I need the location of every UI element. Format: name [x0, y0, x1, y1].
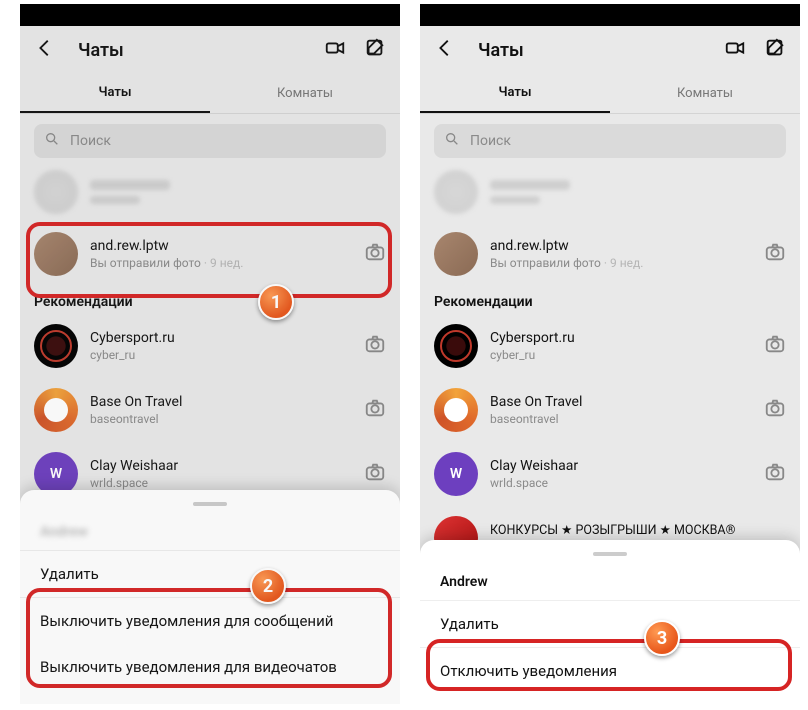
rec-row-clay[interactable]: W Clay Weishaar wrld.space: [420, 442, 800, 506]
sheet-user-name: Andrew: [420, 566, 800, 600]
page-title: Чаты: [78, 40, 124, 61]
search-placeholder: Поиск: [470, 133, 511, 149]
camera-icon[interactable]: [364, 397, 386, 423]
sheet-mute-video[interactable]: Выключить уведомления для видеочатов: [20, 644, 400, 690]
chat-name: and.rew.lptw: [490, 238, 764, 254]
sheet-handle[interactable]: [193, 502, 227, 506]
sheet-handle[interactable]: [593, 552, 627, 556]
video-icon[interactable]: [324, 37, 346, 63]
chat-row-andrew[interactable]: and.rew.lptw Вы отправили фото · 9 нед.: [20, 222, 400, 286]
search-input[interactable]: Поиск: [34, 124, 386, 158]
back-arrow-icon[interactable]: [434, 37, 456, 63]
page-title: Чаты: [478, 40, 524, 61]
sheet-delete[interactable]: Удалить: [420, 601, 800, 647]
avatar: [34, 324, 78, 368]
action-sheet: Andrew Удалить Отключить уведомления: [420, 540, 800, 704]
tab-chats[interactable]: Чаты: [420, 74, 610, 113]
avatar: [34, 232, 78, 276]
chat-name: and.rew.lptw: [90, 238, 364, 254]
header: Чаты: [420, 26, 800, 74]
camera-icon[interactable]: [764, 461, 786, 487]
recommendations-title: Рекомендации: [20, 286, 400, 314]
search-placeholder: Поиск: [70, 133, 111, 149]
avatar: [434, 232, 478, 276]
camera-icon[interactable]: [764, 333, 786, 359]
sheet-mute[interactable]: Отключить уведомления: [420, 648, 800, 694]
tabs: Чаты Комнаты: [420, 74, 800, 114]
action-sheet: Andrew Удалить Выключить уведомления для…: [20, 490, 400, 704]
phone-right: Чаты Чаты Комнаты Поиск and.rew.lptw Вы …: [420, 4, 800, 704]
chat-subtitle: Вы отправили фото · 9 нед.: [90, 256, 364, 270]
rec-row-cybersport[interactable]: Cybersport.ru cyber_ru: [20, 314, 400, 378]
sheet-user-name: Andrew: [20, 516, 400, 550]
video-icon[interactable]: [724, 37, 746, 63]
chat-subtitle: Вы отправили фото · 9 нед.: [490, 256, 764, 270]
camera-icon[interactable]: [364, 461, 386, 487]
phone-left: Чаты Чаты Комнаты Поиск and.rew.lptw Вы …: [20, 4, 400, 704]
sheet-mute-messages[interactable]: Выключить уведомления для сообщений: [20, 598, 400, 644]
tab-chats[interactable]: Чаты: [20, 74, 210, 113]
tabs: Чаты Комнаты: [20, 74, 400, 114]
tab-rooms[interactable]: Комнаты: [210, 74, 400, 113]
camera-icon[interactable]: [764, 397, 786, 423]
camera-icon[interactable]: [364, 241, 386, 267]
back-arrow-icon[interactable]: [34, 37, 56, 63]
camera-icon[interactable]: [764, 241, 786, 267]
rec-row-cybersport[interactable]: Cybersport.ru cyber_ru: [420, 314, 800, 378]
blurred-chat-row: [434, 164, 786, 220]
header: Чаты: [20, 26, 400, 74]
search-icon: [44, 131, 70, 151]
tab-rooms[interactable]: Комнаты: [610, 74, 800, 113]
blurred-chat-row: [34, 164, 386, 220]
compose-icon[interactable]: [364, 37, 386, 63]
camera-icon[interactable]: [364, 333, 386, 359]
search-input[interactable]: Поиск: [434, 124, 786, 158]
avatar: [434, 324, 478, 368]
compose-icon[interactable]: [764, 37, 786, 63]
recommendations-title: Рекомендации: [420, 286, 800, 314]
rec-row-baseontravel[interactable]: Base On Travel baseontravel: [420, 378, 800, 442]
avatar: [434, 388, 478, 432]
avatar: W: [434, 452, 478, 496]
chat-row-andrew[interactable]: and.rew.lptw Вы отправили фото · 9 нед.: [420, 222, 800, 286]
avatar: [34, 388, 78, 432]
rec-row-baseontravel[interactable]: Base On Travel baseontravel: [20, 378, 400, 442]
sheet-delete[interactable]: Удалить: [20, 551, 400, 597]
search-icon: [444, 131, 470, 151]
